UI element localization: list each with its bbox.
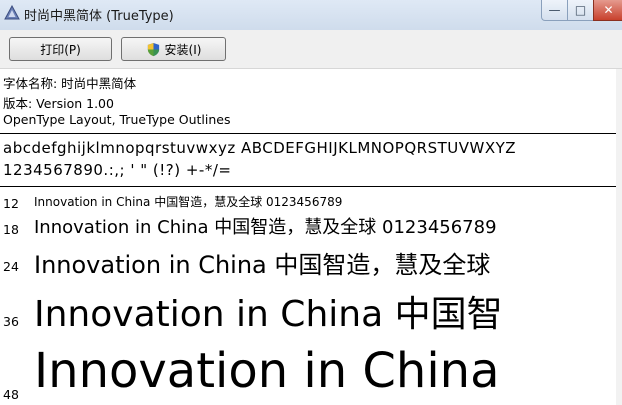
sample-line-36: Innovation in China 中国智 [34, 294, 503, 335]
uac-shield-icon [147, 42, 159, 56]
charset-line-1: abcdefghijklmnopqrstuvwxyz ABCDEFGHIJKLM… [3, 139, 517, 157]
size-label-48: 48 [3, 387, 19, 402]
window-title: 时尚中黑简体 (TrueType) [24, 9, 174, 24]
version-line: 版本: Version 1.00 [3, 96, 114, 111]
font-name-line: 字体名称: 时尚中黑简体 [3, 76, 137, 91]
install-button[interactable]: 安装(I) [121, 37, 226, 61]
divider [0, 186, 616, 187]
sample-line-12: Innovation in China 中国智造，慧及全球 0123456789 [34, 195, 343, 209]
print-button-label: 打印(P) [40, 42, 81, 57]
print-button[interactable]: 打印(P) [9, 37, 112, 61]
charset-line-2: 1234567890.:,; ' " (!?) +-*/= [3, 161, 232, 179]
vertical-scrollbar[interactable] [616, 69, 622, 405]
size-label-12: 12 [3, 196, 19, 211]
sample-line-24: Innovation in China 中国智造，慧及全球 [34, 251, 491, 279]
minimize-button[interactable]: — [541, 0, 568, 21]
divider [0, 133, 616, 134]
font-type-line: OpenType Layout, TrueType Outlines [3, 112, 231, 127]
maximize-button[interactable]: □ [567, 0, 594, 21]
sample-line-48: Innovation in China [34, 343, 500, 399]
size-label-24: 24 [3, 259, 19, 274]
size-label-36: 36 [3, 314, 19, 329]
install-button-label: 安装(I) [164, 42, 202, 57]
title-bar: 时尚中黑简体 (TrueType) — □ ✕ [0, 0, 622, 30]
size-label-18: 18 [3, 222, 19, 237]
close-button[interactable]: ✕ [593, 0, 622, 21]
font-file-icon [4, 5, 20, 20]
sample-line-18: Innovation in China 中国智造，慧及全球 0123456789 [34, 217, 497, 238]
toolbar: 打印(P) 安装(I) [0, 30, 622, 69]
